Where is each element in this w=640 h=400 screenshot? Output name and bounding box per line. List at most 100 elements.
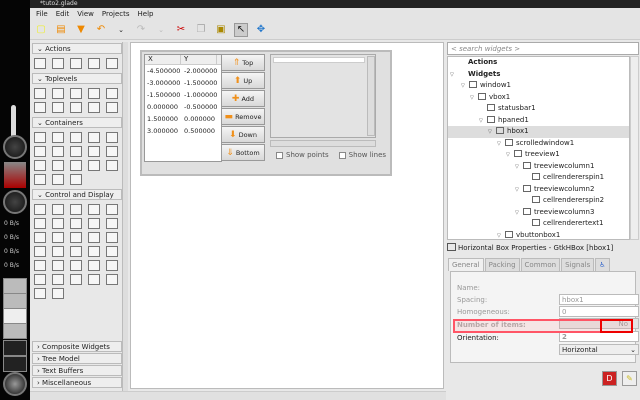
window-thumbnail[interactable] [3, 293, 27, 309]
plot-vscrollbar[interactable] [367, 56, 375, 136]
widget-icon[interactable] [52, 246, 64, 257]
widget-icon[interactable] [70, 246, 82, 257]
widget-icon[interactable] [52, 288, 64, 299]
menu-help[interactable]: Help [138, 10, 154, 18]
widget-icon[interactable] [52, 204, 64, 215]
widget-icon[interactable] [70, 102, 82, 113]
tree-item[interactable]: Actions [448, 57, 629, 69]
menu-projects[interactable]: Projects [102, 10, 130, 18]
show-lines-checkbox[interactable]: Show lines [338, 151, 386, 159]
tree-item[interactable]: cellrendererspin1 [448, 172, 629, 184]
window-thumbnail[interactable] [3, 278, 27, 294]
palette-section-header[interactable]: ⌄ Control and Display [32, 189, 122, 200]
widget-tree[interactable]: Actions ▽ Widgets ▽ window1 ▽ vbox1 statusbar1 ▽… [447, 56, 630, 240]
widget-icon[interactable] [88, 160, 100, 171]
widget-icon[interactable] [34, 58, 46, 69]
menu-file[interactable]: File [36, 10, 48, 18]
tree-item[interactable]: ▽ hbox1 [448, 126, 629, 138]
widget-icon[interactable] [88, 88, 100, 99]
table-row[interactable]: 0.000000 -0.500000 [145, 101, 221, 113]
tab-packing[interactable]: Packing [484, 258, 520, 271]
widget-icon[interactable] [52, 174, 64, 185]
tree-item[interactable]: ▽ vbox1 [448, 92, 629, 104]
widget-icon[interactable] [34, 102, 46, 113]
tree-item[interactable]: cellrendererspin2 [448, 195, 629, 207]
table-row[interactable]: -4.500000 -2.000000 [145, 65, 221, 77]
clear-broom-icon[interactable]: ✎ [622, 371, 637, 386]
new-icon[interactable]: ▢ [34, 23, 48, 37]
search-widgets-input[interactable]: < search widgets > [447, 42, 639, 55]
column-header-y[interactable]: Y [181, 55, 217, 64]
workspace-box[interactable] [3, 340, 27, 356]
table-row[interactable]: -3.000000 -1.500000 [145, 77, 221, 89]
paste-icon[interactable]: ▣ [214, 23, 228, 37]
widget-icon[interactable] [88, 146, 100, 157]
widget-icon[interactable] [52, 58, 64, 69]
widget-icon[interactable] [88, 102, 100, 113]
palette-section-header[interactable]: ⌄ Toplevels [32, 73, 122, 84]
tree-item[interactable]: ▽ treeviewcolumn1 [448, 161, 629, 173]
widget-icon[interactable] [106, 232, 118, 243]
widget-icon[interactable] [70, 160, 82, 171]
widget-icon[interactable] [52, 146, 64, 157]
expander-arrow-icon[interactable]: ▽ [488, 127, 496, 139]
plot-hscrollbar[interactable] [270, 140, 376, 147]
widget-icon[interactable] [34, 246, 46, 257]
palette-section-header[interactable]: ⌄ Containers [32, 117, 122, 128]
widget-icon[interactable] [70, 174, 82, 185]
palette-section-header[interactable]: › Tree Model [32, 353, 122, 364]
tree-scrollbar[interactable] [630, 56, 639, 240]
tab-signals[interactable]: Signals [561, 258, 595, 271]
up-button[interactable]: ⬆ Up [221, 72, 265, 89]
widget-icon[interactable] [34, 260, 46, 271]
widget-icon[interactable] [88, 204, 100, 215]
widget-icon[interactable] [70, 260, 82, 271]
widget-icon[interactable] [34, 88, 46, 99]
widget-icon[interactable] [52, 218, 64, 229]
widget-icon[interactable] [34, 174, 46, 185]
menu-view[interactable]: View [77, 10, 94, 18]
bottom-button[interactable]: ⇓ Bottom [221, 144, 265, 161]
widget-icon[interactable] [70, 204, 82, 215]
tree-item[interactable]: ▽ Widgets [448, 69, 629, 81]
trash-icon[interactable] [4, 162, 26, 188]
palette-section-header[interactable]: ⌄ Actions [32, 43, 122, 54]
undo-icon[interactable]: ↶ [94, 23, 108, 37]
tree-item[interactable]: ▽ treeviewcolumn2 [448, 184, 629, 196]
widget-icon[interactable] [88, 218, 100, 229]
top-button[interactable]: ⇑ Top [221, 54, 265, 71]
table-row[interactable]: 1.500000 0.000000 [145, 113, 221, 125]
widget-icon[interactable] [70, 218, 82, 229]
widget-icon[interactable] [52, 274, 64, 285]
expander-arrow-icon[interactable]: ▽ [461, 81, 469, 93]
widget-icon[interactable] [34, 160, 46, 171]
widget-icon[interactable] [34, 204, 46, 215]
widget-icon[interactable] [106, 88, 118, 99]
copy-icon[interactable]: ❐ [194, 23, 208, 37]
widget-icon[interactable] [70, 132, 82, 143]
tree-item[interactable]: ▽ treeview1 [448, 149, 629, 161]
widget-icon[interactable] [70, 88, 82, 99]
widget-icon[interactable] [106, 160, 118, 171]
widget-icon[interactable] [34, 274, 46, 285]
expander-arrow-icon[interactable]: ▽ [479, 116, 487, 128]
expander-arrow-icon[interactable]: ▽ [497, 139, 505, 151]
palette-section-header[interactable]: › Composite Widgets [32, 341, 122, 352]
tree-item[interactable]: ▽ hpaned1 [448, 115, 629, 127]
cut-icon[interactable]: ✂ [174, 23, 188, 37]
widget-icon[interactable] [88, 274, 100, 285]
widget-icon[interactable] [34, 146, 46, 157]
tree-item[interactable]: ▽ vbuttonbox1 [448, 230, 629, 240]
widget-icon[interactable] [52, 232, 64, 243]
widget-icon[interactable] [106, 218, 118, 229]
points-treeview[interactable]: XY -4.500000 -2.000000 -3.000000 -1.500000-… [144, 54, 222, 162]
expander-arrow-icon[interactable]: ▽ [515, 185, 523, 197]
expander-arrow-icon[interactable]: ▽ [515, 162, 523, 174]
table-row[interactable]: 3.000000 0.500000 [145, 125, 221, 137]
accessibility-icon[interactable]: ♿ [595, 258, 610, 271]
widget-icon[interactable] [106, 102, 118, 113]
speaker-icon[interactable] [3, 372, 27, 396]
tree-item[interactable]: ▽ scrolledwindow1 [448, 138, 629, 150]
widget-icon[interactable] [88, 260, 100, 271]
undo-menu-chevron-icon[interactable]: ⌄ [114, 23, 128, 37]
